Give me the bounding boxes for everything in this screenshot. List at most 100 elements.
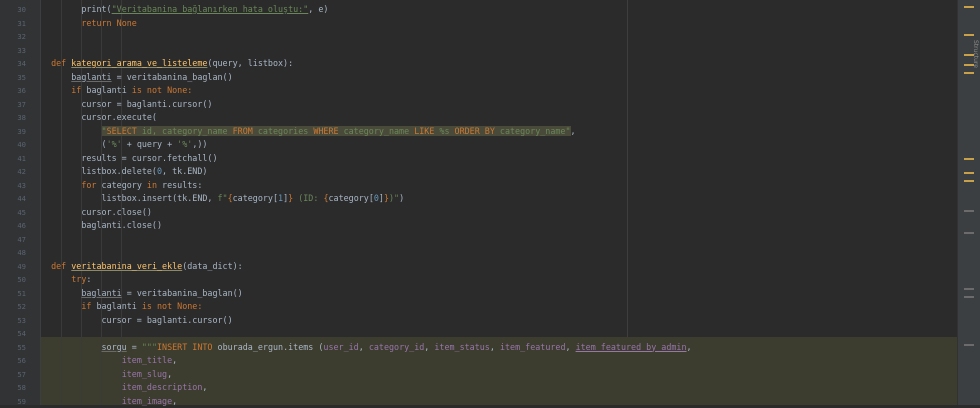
warning-marker[interactable]	[964, 6, 974, 8]
code-line-34[interactable]: def kategori_arama_ve_listeleme(query, l…	[41, 57, 958, 71]
line-number: 57	[0, 368, 26, 382]
code-line-49[interactable]: def veritabanina_veri_ekle(data_dict):	[41, 260, 958, 274]
code-token: (data_dict):	[182, 261, 243, 271]
code-keyword: if	[81, 301, 91, 311]
line-number: 53	[0, 314, 26, 328]
code-line-31[interactable]: return None	[41, 17, 958, 31]
code-keyword: if	[71, 85, 81, 95]
code-line-57[interactable]: item_slug,	[41, 368, 958, 382]
code-line-56[interactable]: item_title,	[41, 354, 958, 368]
sql-field: item_featured	[500, 342, 566, 352]
code-string: id, category_name	[137, 126, 233, 136]
code-variable: baglanti	[71, 72, 111, 82]
function-name: veritabanina_veri_ekle	[71, 261, 182, 271]
function-name: kategori_arama_ve_listeleme	[71, 58, 207, 68]
code-keyword: is not	[142, 301, 172, 311]
code-string: '%'	[107, 139, 122, 149]
code-token: oburada_ergun.items (	[212, 342, 323, 352]
code-token: , tk.END)	[162, 166, 207, 176]
info-marker[interactable]	[964, 296, 974, 298]
sql-keyword: ORDER BY	[455, 126, 495, 136]
code-line-37[interactable]: cursor = baglanti.cursor()	[41, 98, 958, 112]
warning-marker[interactable]	[964, 172, 974, 174]
line-number: 41	[0, 152, 26, 166]
code-string: categories	[253, 126, 314, 136]
code-line-38[interactable]: cursor.execute(	[41, 111, 958, 125]
code-keyword: in	[147, 180, 157, 190]
code-token: + query +	[122, 139, 177, 149]
code-editor[interactable]: print("Veritabanina bağlanırken hata olu…	[41, 0, 958, 405]
info-marker[interactable]	[964, 344, 974, 346]
line-number: 30	[0, 3, 26, 17]
code-variable: baglanti	[81, 288, 121, 298]
warning-marker[interactable]	[964, 180, 974, 182]
code-string: (ID:	[293, 193, 323, 203]
line-number: 44	[0, 192, 26, 206]
code-line-36[interactable]: if baglanti is not None:	[41, 84, 958, 98]
code-keyword: return	[81, 18, 111, 28]
code-line-52[interactable]: if baglanti is not None:	[41, 300, 958, 314]
code-line-59[interactable]: item_image,	[41, 395, 958, 408]
code-line-46[interactable]: baglanti.close()	[41, 219, 958, 233]
code-token: ,	[172, 355, 177, 365]
sql-keyword: FROM	[233, 126, 253, 136]
code-line-58[interactable]: item_description,	[41, 381, 958, 395]
structure-tab[interactable]: Structure	[971, 40, 979, 80]
code-token: ,	[687, 342, 692, 352]
code-string: )"	[389, 193, 399, 203]
code-line-55[interactable]: sorgu = """INSERT INTO oburada_ergun.ite…	[41, 341, 958, 355]
code-line-30[interactable]: print("Veritabanina bağlanırken hata olu…	[41, 3, 958, 17]
code-keyword: None:	[162, 85, 192, 95]
code-keyword: def	[51, 58, 71, 68]
code-line-50[interactable]: try:	[41, 273, 958, 287]
code-keyword: try	[71, 274, 86, 284]
line-number: 59	[0, 395, 26, 408]
sql-field: item_slug	[122, 369, 167, 379]
line-number: 49	[0, 260, 26, 274]
line-number: 47	[0, 233, 26, 247]
code-string: '%'	[177, 139, 192, 149]
code-token: , e)	[308, 4, 328, 14]
sql-field: item_description	[122, 382, 203, 392]
code-string: category_name	[495, 126, 566, 136]
line-number: 33	[0, 44, 26, 58]
code-line-45[interactable]: cursor.close()	[41, 206, 958, 220]
code-token: listbox.insert(tk.END,	[102, 193, 218, 203]
code-line-40[interactable]: ('%' + query + '%',))	[41, 138, 958, 152]
line-number: 34	[0, 57, 26, 71]
code-string: "Veritabanina bağlanırken hata oluştu:"	[112, 4, 309, 14]
sql-field: item_image	[122, 396, 172, 406]
code-line-43[interactable]: for category in results:	[41, 179, 958, 193]
code-line-42[interactable]: listbox.delete(0, tk.END)	[41, 165, 958, 179]
warning-marker[interactable]	[964, 34, 974, 36]
line-number: 54	[0, 327, 26, 341]
code-line-41[interactable]: results = cursor.fetchall()	[41, 152, 958, 166]
info-marker[interactable]	[964, 288, 974, 290]
editor-scrollbar-strip[interactable]: Structure	[957, 0, 980, 405]
warning-marker[interactable]	[964, 158, 974, 160]
line-number: 56	[0, 354, 26, 368]
code-line-51[interactable]: baglanti = veritabanina_baglan()	[41, 287, 958, 301]
code-line-53[interactable]: cursor = baglanti.cursor()	[41, 314, 958, 328]
sql-field: item_status	[434, 342, 489, 352]
code-string: category_name	[339, 126, 415, 136]
line-number: 32	[0, 30, 26, 44]
line-number: 50	[0, 273, 26, 287]
info-marker[interactable]	[964, 210, 974, 212]
line-number: 39	[0, 125, 26, 139]
code-string: f"	[218, 193, 228, 203]
line-number: 43	[0, 179, 26, 193]
code-token: (query, listbox):	[207, 58, 293, 68]
info-marker[interactable]	[964, 232, 974, 234]
line-number: 38	[0, 111, 26, 125]
code-variable: sorgu	[102, 342, 127, 352]
code-line-44[interactable]: listbox.insert(tk.END, f"{category[1]} (…	[41, 192, 958, 206]
code-token: cursor.execute(	[81, 112, 157, 122]
line-number: 31	[0, 17, 26, 31]
sql-field: category_id	[369, 342, 424, 352]
code-line-39[interactable]: "SELECT id, category_name FROM categorie…	[41, 125, 958, 139]
sql-field: user_id	[323, 342, 358, 352]
code-token: ,	[490, 342, 500, 352]
code-keyword: for	[81, 180, 96, 190]
code-line-35[interactable]: baglanti = veritabanina_baglan()	[41, 71, 958, 85]
